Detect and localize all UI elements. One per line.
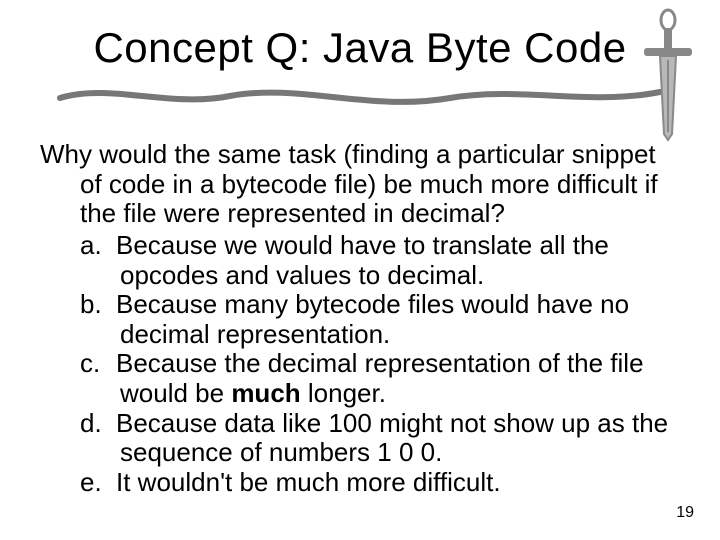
option-text: Because the decimal representation of th… [116, 348, 644, 408]
slide-title: Concept Q: Java Byte Code [0, 24, 720, 72]
option-text: Because we would have to translate all t… [116, 230, 609, 290]
slide-body: Why would the same task (finding a parti… [40, 140, 680, 498]
page-number: 19 [676, 504, 694, 522]
option-label: e. [80, 468, 116, 498]
option-a: a.Because we would have to translate all… [40, 231, 680, 290]
options-list: a.Because we would have to translate all… [40, 231, 680, 498]
title-underline [50, 78, 670, 118]
option-label: c. [80, 349, 116, 379]
option-d: d.Because data like 100 might not show u… [40, 409, 680, 468]
question-text: Why would the same task (finding a parti… [40, 140, 680, 229]
option-text: Because many bytecode files would have n… [116, 289, 629, 349]
option-text: It wouldn't be much more difficult. [116, 467, 501, 497]
option-label: b. [80, 290, 116, 320]
option-label: d. [80, 409, 116, 439]
option-b: b.Because many bytecode files would have… [40, 290, 680, 349]
option-c: c.Because the decimal representation of … [40, 349, 680, 408]
option-text: Because data like 100 might not show up … [116, 408, 668, 468]
slide: Concept Q: Java Byte Code Why would the … [0, 0, 720, 540]
option-label: a. [80, 231, 116, 261]
option-e: e.It wouldn't be much more difficult. [40, 468, 680, 498]
